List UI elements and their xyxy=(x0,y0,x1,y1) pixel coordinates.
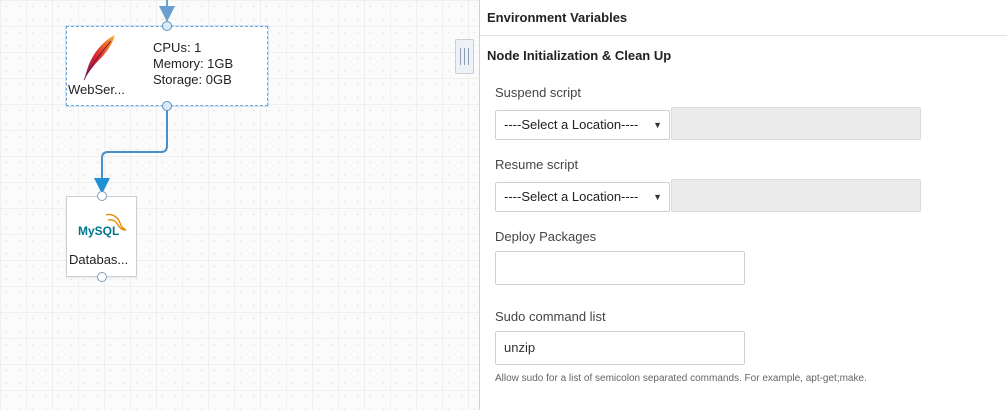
env-variables-section-header[interactable]: Environment Variables xyxy=(480,0,1007,36)
resume-script-label: Resume script xyxy=(495,157,579,172)
topology-canvas[interactable]: WebSer... CPUs: 1 Memory: 1GB Storage: 0… xyxy=(0,0,479,410)
resume-script-path-field xyxy=(671,179,921,212)
apache-feather-icon xyxy=(83,35,115,81)
grip-line xyxy=(464,48,465,65)
resume-location-select[interactable]: ----Select a Location---- ▼ xyxy=(495,182,670,212)
grip-line xyxy=(468,48,469,65)
deploy-packages-input[interactable] xyxy=(495,251,745,285)
incoming-arrow-icon xyxy=(159,6,175,22)
properties-panel: Environment Variables Node Initializatio… xyxy=(480,0,1007,410)
suspend-location-select[interactable]: ----Select a Location---- ▼ xyxy=(495,110,670,140)
suspend-select-value: ----Select a Location---- xyxy=(504,117,639,132)
web-to-db-connector[interactable] xyxy=(101,106,168,180)
sudo-help-text: Allow sudo for a list of semicolon separ… xyxy=(495,373,867,384)
database-node[interactable]: MySQL Databas... xyxy=(66,191,137,282)
suspend-script-path-field xyxy=(671,107,921,140)
node-init-section-header[interactable]: Node Initialization & Clean Up xyxy=(480,38,1007,74)
suspend-script-label: Suspend script xyxy=(495,85,581,100)
database-name: Databas... xyxy=(69,252,129,267)
webserver-output-port[interactable] xyxy=(162,101,172,111)
database-output-port[interactable] xyxy=(97,272,107,282)
memory-stat: Memory: 1GB xyxy=(153,56,234,71)
webserver-input-port[interactable] xyxy=(162,21,172,31)
webserver-stats: CPUs: 1 Memory: 1GB Storage: 0GB xyxy=(153,40,233,88)
mysql-logo-text: MySQL xyxy=(78,224,119,238)
dropdown-arrow-icon: ▼ xyxy=(653,192,662,202)
sudo-command-list-input[interactable]: unzip xyxy=(495,331,745,365)
dropdown-arrow-icon: ▼ xyxy=(653,120,662,130)
grip-icon xyxy=(460,48,461,65)
mysql-logo-icon: MySQL xyxy=(78,213,127,238)
sudo-command-list-label: Sudo command list xyxy=(495,309,606,324)
webserver-name: WebSer... xyxy=(68,82,125,97)
webserver-node[interactable]: WebSer... CPUs: 1 Memory: 1GB Storage: 0… xyxy=(66,21,268,111)
database-input-port[interactable] xyxy=(97,191,107,201)
deploy-packages-label: Deploy Packages xyxy=(495,229,597,244)
resume-select-value: ----Select a Location---- xyxy=(504,189,639,204)
cpu-stat: CPUs: 1 xyxy=(153,40,202,55)
storage-stat: Storage: 0GB xyxy=(153,72,232,87)
panel-resize-handle[interactable] xyxy=(455,39,474,74)
